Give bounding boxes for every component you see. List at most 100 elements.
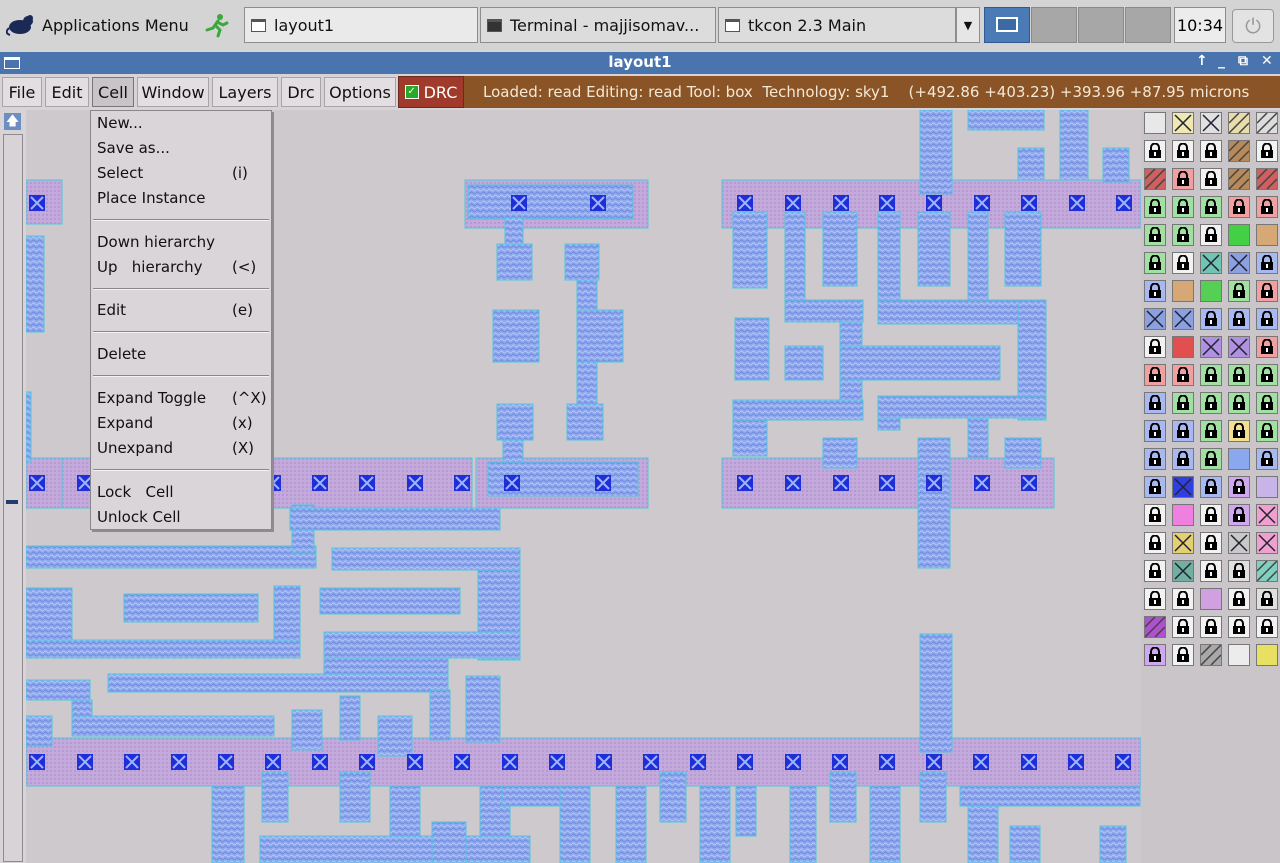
layer-swatch-lavender[interactable] <box>1256 476 1278 498</box>
layer-swatch-red-hatch[interactable] <box>1256 168 1278 190</box>
layer-swatch-lock-red-icon[interactable] <box>1172 364 1194 386</box>
menu-window[interactable]: Window <box>137 77 209 107</box>
contact-via[interactable] <box>124 754 140 770</box>
scroll-trough[interactable] <box>3 134 23 862</box>
contact-via[interactable] <box>926 475 942 491</box>
menu-layers[interactable]: Layers <box>212 77 278 107</box>
layer-swatch-lock-purple-icon[interactable] <box>1144 644 1166 666</box>
metal-wire[interactable] <box>496 403 534 441</box>
menu-item-down-hierarchy[interactable]: Down hierarchy <box>97 231 267 253</box>
metal-wire[interactable] <box>877 417 901 431</box>
contact-via[interactable] <box>1021 754 1037 770</box>
metal-wire[interactable] <box>615 785 647 863</box>
metal-wire[interactable] <box>26 235 45 333</box>
layer-swatch-lock-blue-icon[interactable] <box>1144 392 1166 414</box>
layer-swatch-gray-x[interactable] <box>1228 532 1250 554</box>
layer-swatch-pink-x[interactable] <box>1256 504 1278 526</box>
maximize-icon[interactable]: ⧉ <box>1238 53 1248 69</box>
layer-swatch-lock-green-icon[interactable] <box>1228 364 1250 386</box>
layer-swatch-lock-icon[interactable] <box>1172 644 1194 666</box>
metal-wire[interactable] <box>877 395 1047 419</box>
menu-edit[interactable]: Edit <box>45 77 89 107</box>
layer-swatch-brown-hatch[interactable] <box>1228 168 1250 190</box>
applications-menu-button[interactable]: Applications Menu <box>0 7 240 43</box>
layer-swatch-lock-green-icon[interactable] <box>1172 224 1194 246</box>
metal-wire[interactable] <box>919 771 947 823</box>
layer-swatch-lock-icon[interactable] <box>1144 140 1166 162</box>
metal-wire[interactable] <box>699 785 731 863</box>
contact-via[interactable] <box>1069 195 1085 211</box>
layer-swatch-green[interactable] <box>1228 224 1250 246</box>
contact-via[interactable] <box>737 475 753 491</box>
menu-item-expand[interactable]: Expand (x) <box>97 412 267 434</box>
layer-swatch-purple-dots[interactable] <box>1200 588 1222 610</box>
metal-wire[interactable] <box>339 771 371 823</box>
layer-swatch-yellow-x[interactable] <box>1172 532 1194 554</box>
metal-wire[interactable] <box>26 391 32 463</box>
layer-swatch-lock-icon[interactable] <box>1200 532 1222 554</box>
contact-via[interactable] <box>737 195 753 211</box>
menu-item-save-as[interactable]: Save as... <box>97 137 267 159</box>
contact-via[interactable] <box>596 754 612 770</box>
layer-swatch-lock-icon[interactable] <box>1256 616 1278 638</box>
contact-via[interactable] <box>171 754 187 770</box>
contact-via[interactable] <box>643 754 659 770</box>
layer-swatch-tan-hatch[interactable] <box>1228 112 1250 134</box>
scroll-thumb[interactable] <box>6 500 18 504</box>
menu-item-unexpand[interactable]: Unexpand (X) <box>97 437 267 459</box>
metal-wire[interactable] <box>917 437 951 569</box>
contact-via[interactable] <box>504 475 520 491</box>
menu-item-delete[interactable]: Delete <box>97 343 267 365</box>
layer-swatch-lock-icon[interactable] <box>1144 336 1166 358</box>
layer-swatch-lock-green-icon[interactable] <box>1256 392 1278 414</box>
metal-wire[interactable] <box>504 217 524 245</box>
contact-via[interactable] <box>595 475 611 491</box>
workspace-2[interactable] <box>1031 7 1077 43</box>
layer-swatch-lock-green-icon[interactable] <box>1256 420 1278 442</box>
metal-wire[interactable] <box>839 345 1001 381</box>
layer-swatch-x-blue[interactable] <box>1172 308 1194 330</box>
layer-swatch-lock-red-icon[interactable] <box>1256 196 1278 218</box>
layer-swatch-tan-dots[interactable] <box>1172 280 1194 302</box>
metal-wire[interactable] <box>659 771 687 823</box>
contact-via[interactable] <box>77 754 93 770</box>
layer-swatch-blue-x[interactable] <box>1172 476 1194 498</box>
contact-via[interactable] <box>879 195 895 211</box>
metal-wire[interactable] <box>967 805 999 863</box>
power-icon[interactable]: ⏻ <box>1232 9 1274 43</box>
metal-wire[interactable] <box>822 437 858 469</box>
metal-wire[interactable] <box>501 785 563 807</box>
contact-via[interactable] <box>974 195 990 211</box>
layer-swatch-lock-icon[interactable] <box>1200 560 1222 582</box>
contact-via[interactable] <box>312 475 328 491</box>
metal-wire[interactable] <box>502 439 524 463</box>
metal-wire[interactable] <box>339 695 361 741</box>
metal-wire[interactable] <box>967 417 989 459</box>
contact-via[interactable] <box>879 475 895 491</box>
layer-swatch-lock-green-icon[interactable] <box>1144 252 1166 274</box>
layer-swatch-lock-green-icon[interactable] <box>1144 224 1166 246</box>
contact-via[interactable] <box>974 475 990 491</box>
metal-wire[interactable] <box>26 545 317 569</box>
layer-swatch-green-dots[interactable] <box>1200 280 1222 302</box>
menu-item-edit[interactable]: Edit (e) <box>97 299 267 321</box>
layer-swatch-lock-green-icon[interactable] <box>1200 196 1222 218</box>
contact-via[interactable] <box>407 754 423 770</box>
metal-wire[interactable] <box>291 709 323 751</box>
workspace-3[interactable] <box>1078 7 1124 43</box>
layer-swatch-lock-icon[interactable] <box>1172 588 1194 610</box>
layer-swatch-diag-hatch[interactable] <box>1256 112 1278 134</box>
metal-wire[interactable] <box>919 110 953 195</box>
layer-swatch-teal-x[interactable] <box>1172 560 1194 582</box>
layer-swatch-lock-icon[interactable] <box>1172 252 1194 274</box>
contact-via[interactable] <box>454 475 470 491</box>
layer-swatch-lock-blue-icon[interactable] <box>1200 308 1222 330</box>
metal-wire[interactable] <box>822 211 858 287</box>
contact-via[interactable] <box>29 475 45 491</box>
layer-swatch-lock-icon[interactable] <box>1200 616 1222 638</box>
metal-wire[interactable] <box>261 771 289 823</box>
menu-drc[interactable]: Drc <box>281 77 321 107</box>
contact-via[interactable] <box>973 754 989 770</box>
metal-wire[interactable] <box>1009 825 1041 863</box>
metal-wire[interactable] <box>1102 147 1130 183</box>
